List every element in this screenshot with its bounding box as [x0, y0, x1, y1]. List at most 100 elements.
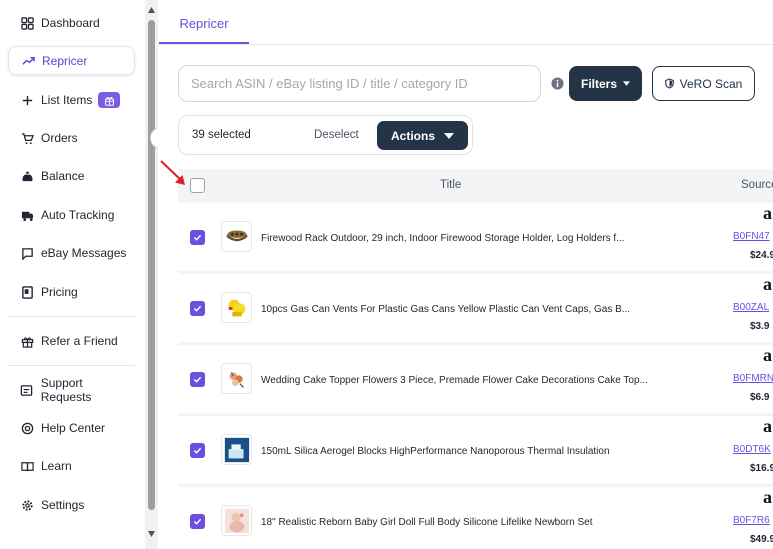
product-thumbnail[interactable]	[221, 363, 252, 394]
pricing-icon	[20, 285, 34, 299]
amazon-logo-icon: a	[763, 345, 772, 365]
gear-icon	[20, 498, 34, 512]
book-icon	[20, 459, 34, 473]
caret-down-icon	[623, 81, 630, 86]
sidebar-item-ebay-messages[interactable]: eBay Messages	[8, 239, 135, 267]
sidebar-item-label: Learn	[41, 459, 72, 473]
annotation-arrow-icon	[160, 160, 185, 185]
amazon-logo-icon: a	[763, 274, 772, 294]
product-title: Wedding Cake Topper Flowers 3 Piece, Pre…	[261, 375, 648, 386]
search-box[interactable]	[178, 65, 541, 102]
sidebar-item-label: Orders	[41, 131, 78, 145]
plus-icon	[20, 93, 34, 107]
source-price: $6.9	[750, 392, 770, 403]
dashboard-icon	[20, 16, 34, 30]
asin-link[interactable]: B0FN47	[733, 231, 770, 242]
amazon-logo-icon: a	[763, 416, 772, 436]
sidebar-item-learn[interactable]: Learn	[8, 452, 135, 480]
product-title: Firewood Rack Outdoor, 29 inch, Indoor F…	[261, 233, 625, 244]
sidebar-item-dashboard[interactable]: Dashboard	[8, 9, 135, 37]
table-row[interactable]: 10pcs Gas Can Vents For Plastic Gas Cans…	[178, 274, 773, 342]
deselect-button[interactable]: Deselect	[314, 129, 359, 141]
scroll-up-icon[interactable]	[147, 6, 156, 14]
row-checkbox[interactable]	[190, 443, 205, 458]
scroll-down-icon[interactable]	[147, 530, 156, 538]
table-row[interactable]: Firewood Rack Outdoor, 29 inch, Indoor F…	[178, 203, 773, 271]
source-price: $16.9	[750, 463, 773, 474]
listings-table: Title Source Firewood Rack Outdoor, 29 i…	[178, 169, 773, 549]
sidebar-item-list-items[interactable]: List Items	[8, 86, 135, 114]
caret-down-icon	[444, 132, 454, 139]
sidebar-item-pricing[interactable]: Pricing	[8, 278, 135, 306]
asin-link[interactable]: B0F7R6	[733, 515, 770, 526]
actions-button-label: Actions	[390, 128, 435, 143]
product-thumbnail[interactable]	[221, 292, 252, 323]
sidebar-item-orders[interactable]: Orders	[8, 124, 135, 152]
table-row[interactable]: Wedding Cake Topper Flowers 3 Piece, Pre…	[178, 345, 773, 413]
message-icon	[20, 246, 34, 260]
sidebar-item-label: Pricing	[41, 285, 78, 299]
product-title: 150mL Silica Aerogel Blocks HighPerforma…	[261, 446, 610, 457]
sidebar-item-label: eBay Messages	[41, 246, 127, 260]
sidebar-item-balance[interactable]: Balance	[8, 162, 135, 190]
source-price: $24.9	[750, 250, 773, 261]
product-thumbnail[interactable]	[221, 434, 252, 465]
row-checkbox[interactable]	[190, 372, 205, 387]
asin-link[interactable]: B0FMRN	[733, 373, 773, 384]
vero-scan-label: VeRO Scan	[679, 76, 743, 91]
column-header-source: Source	[741, 179, 773, 191]
sidebar-item-support-requests[interactable]: Support Requests	[8, 376, 135, 404]
filters-button[interactable]: Filters	[569, 66, 642, 101]
sidebar-scrollbar-thumb[interactable]	[148, 20, 155, 510]
row-checkbox[interactable]	[190, 514, 205, 529]
check-icon	[193, 305, 202, 312]
tab-bar: Repricer	[158, 5, 773, 45]
sidebar-item-label: Refer a Friend	[41, 334, 118, 348]
row-checkbox[interactable]	[190, 230, 205, 245]
sidebar-item-settings[interactable]: Settings	[8, 491, 135, 519]
source-price: $3.9	[750, 321, 770, 332]
asin-link[interactable]: B00ZAL	[733, 302, 769, 313]
tab-repricer[interactable]: Repricer	[159, 5, 249, 44]
trending-up-icon	[21, 54, 35, 68]
amazon-logo-icon: a	[763, 203, 772, 223]
check-icon	[193, 518, 202, 525]
search-input[interactable]	[191, 76, 540, 91]
cart-icon	[20, 131, 34, 145]
sidebar-item-label: Settings	[41, 498, 85, 512]
support-icon	[20, 383, 34, 397]
table-row[interactable]: 150mL Silica Aerogel Blocks HighPerforma…	[178, 416, 773, 484]
sidebar-item-label: Repricer	[42, 53, 88, 68]
product-title: 18" Realistic Reborn Baby Girl Doll Full…	[261, 517, 593, 528]
row-checkbox[interactable]	[190, 301, 205, 316]
product-thumbnail[interactable]	[221, 505, 252, 536]
selection-bar: 39 selected Deselect Actions	[178, 115, 473, 155]
sidebar-item-help-center[interactable]: Help Center	[8, 414, 135, 442]
app-root: Dashboard Repricer List Items Orders Bal…	[0, 0, 773, 549]
source-price: $49.9	[750, 534, 773, 545]
check-icon	[193, 376, 202, 383]
sidebar-item-label: Balance	[41, 169, 85, 183]
sidebar-item-label: Support Requests	[40, 376, 92, 404]
shield-icon	[664, 78, 674, 89]
vero-scan-button[interactable]: VeRO Scan	[652, 66, 755, 101]
sidebar-item-label: Help Center	[41, 421, 106, 435]
filters-button-label: Filters	[580, 76, 617, 91]
product-thumbnail[interactable]	[221, 221, 252, 252]
column-header-title: Title	[440, 179, 462, 191]
info-icon[interactable]	[551, 77, 564, 90]
select-all-checkbox[interactable]	[190, 178, 205, 193]
amazon-logo-icon: a	[763, 487, 772, 507]
gift-icon	[20, 334, 34, 348]
sidebar-item-refer-a-friend[interactable]: Refer a Friend	[8, 327, 135, 355]
money-bag-icon	[20, 169, 34, 183]
lifebuoy-icon	[20, 421, 34, 435]
sidebar-item-auto-tracking[interactable]: Auto Tracking	[8, 201, 135, 229]
table-row[interactable]: 18" Realistic Reborn Baby Girl Doll Full…	[178, 487, 773, 549]
table-header: Title Source	[178, 169, 773, 202]
sidebar-item-repricer[interactable]: Repricer	[8, 46, 135, 75]
asin-link[interactable]: B0DT6K	[733, 444, 771, 455]
main-content: Repricer Filters VeRO Scan 39 selected D…	[158, 0, 773, 549]
check-icon	[193, 447, 202, 454]
actions-button[interactable]: Actions	[377, 121, 468, 150]
